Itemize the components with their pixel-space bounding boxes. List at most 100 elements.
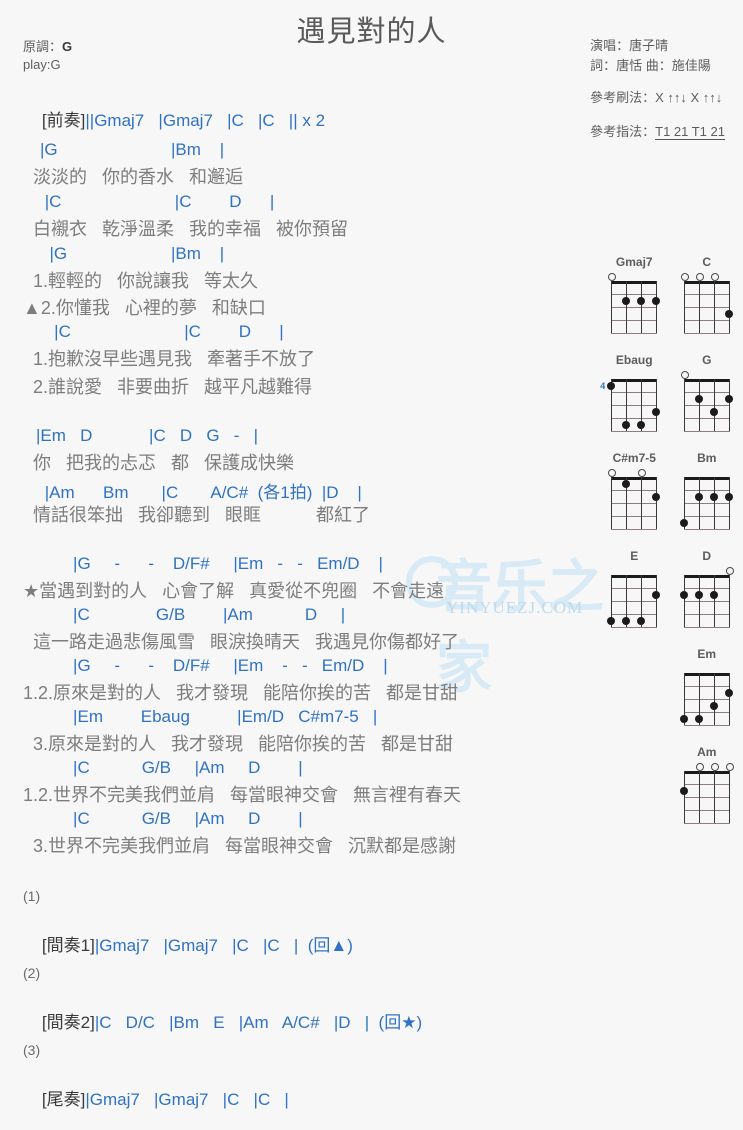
chord-diagram-e: E [601,549,667,628]
open-string-marker [638,469,647,477]
chorus-lyric-3: 3.原來是對的人 我才發現 能陪你挨的苦 都是甘甜 [33,734,454,754]
open-string-marker [608,273,617,281]
verse-lyric-1: 白襯衣 乾淨溫柔 我的幸福 被你預留 [33,219,349,239]
verse-chord-0: |G |Bm | [40,140,225,159]
original-key-value: G [62,39,73,54]
fret-line [683,503,730,504]
intro-label: [前奏] [41,111,86,130]
fret-line [611,601,658,602]
fret-line [683,392,730,393]
fret-line [611,490,658,491]
chord-sheet-page: 遇見對的人 原調：G play:G 演唱：唐子晴 詞：唐恬 曲：施佳陽 參考刷法… [0,0,743,1109]
string-line [656,281,658,333]
chord-diagram-row: ED [598,549,743,628]
open-string-marker [608,469,617,477]
nut [683,673,730,676]
chord-diagram-am: Am [674,745,740,824]
finger-dot [709,590,718,599]
prechorus-chord-1: |Am Bm |C A/C# (各1拍) |D | [40,483,362,502]
finger-dot [652,296,661,305]
string-line [641,477,643,529]
chord-diagram-bm: Bm [674,451,740,530]
diagram-row-spacer [598,437,743,451]
fret-line [683,784,730,785]
strum-label: 參考刷法： [590,90,656,105]
finger-dot [694,394,703,403]
string-line [683,771,685,823]
string-line [611,281,613,333]
finger-dot [724,688,733,697]
finger-dot [607,616,616,625]
chorus-chord-4: |C G/B |Am D | [40,758,303,777]
fret-line [611,392,658,393]
chord-diagram-row: Gmaj7 C [598,255,743,334]
chord-diagram-name: E [630,549,639,563]
verse-lyric-4: 1.抱歉沒早些遇見我 牽著手不放了 [33,349,316,369]
fret-line [683,725,730,726]
verse-chord-2: |G |Bm | [40,244,225,263]
verse-chord-1: |C |C D | [40,192,275,211]
chord-diagram-name: Am [697,745,717,759]
fret-line [683,823,730,824]
chord-diagram-name: Bm [697,451,717,465]
section-line-1: [間奏2]|C D/C |Bm E |Am A/C# |D | (回★) [23,988,422,1053]
finger-dot [652,492,661,501]
finger-dot [694,714,703,723]
fretboard: 4 [600,379,661,432]
fret-line [683,405,730,406]
fret-line [611,307,658,308]
diagram-row-spacer [598,535,743,549]
chord-diagram-row: Ebaug 4 G [598,353,743,432]
song-meta: 演唱：唐子晴 詞：唐恬 曲：施佳陽 參考刷法：X ↑↑↓ X ↑↑↓ 參考指法：… [590,36,725,142]
open-strings [684,662,730,673]
string-line [713,771,715,823]
intro-chords: ||Gmaj7 |Gmaj7 |C |C || x 2 [85,111,326,130]
fret-line [683,333,730,334]
open-string-marker [695,763,704,771]
chord-diagram-name: D [702,549,712,563]
section-chords-0: |Gmaj7 |Gmaj7 |C |C | (回▲) [94,936,353,955]
chorus-lyric-1: 這一路走過悲傷風雪 眼淚換晴天 我遇見你傷都好了 [33,632,460,652]
nut [611,379,658,382]
finger-dot [679,518,688,527]
fretboard [679,477,733,530]
section-chords-1: |C D/C |Bm E |Am A/C# |D | (回★) [94,1013,423,1032]
nut [611,477,658,480]
fret-line [611,503,658,504]
fret-line [683,699,730,700]
chord-diagram-row: Em [598,647,743,726]
fret-line [611,516,658,517]
writers: 詞：唐恬 曲：施佳陽 [590,58,711,73]
prechorus-chord-0: |Em D |C D G - | [36,426,258,445]
finger-dot [652,407,661,416]
finger-dot [622,616,631,625]
string-line [656,379,658,431]
nut [683,477,730,480]
fret-line [683,516,730,517]
fret-line [611,320,658,321]
open-string-marker [725,567,734,575]
nut [611,575,658,578]
finger-dot [724,492,733,501]
string-line [698,379,700,431]
chorus-chord-3: |Em Ebaug |Em/D C#m7-5 | [40,707,378,726]
pick-pattern: T1 21 T1 21 [655,124,725,140]
nut [683,281,730,284]
finger-dot [679,590,688,599]
prechorus-lyric-0: 你 把我的忐忑 都 保護成快樂 [33,453,295,473]
string-line [683,281,685,333]
open-strings [684,466,730,477]
chord-diagram-name: C#m7-5 [612,451,656,465]
string-line [698,477,700,529]
pick-label: 參考指法： [590,124,656,139]
open-strings [611,564,657,575]
fretboard [683,281,733,334]
watermark-url: YINYUEZJ.COM [446,598,584,617]
string-line [728,477,730,529]
fret-line [611,627,658,628]
string-line [641,281,643,333]
fretboard [607,575,661,628]
chord-diagram-name: Em [697,647,717,661]
open-string-marker [680,371,689,379]
open-string-marker [710,273,719,281]
